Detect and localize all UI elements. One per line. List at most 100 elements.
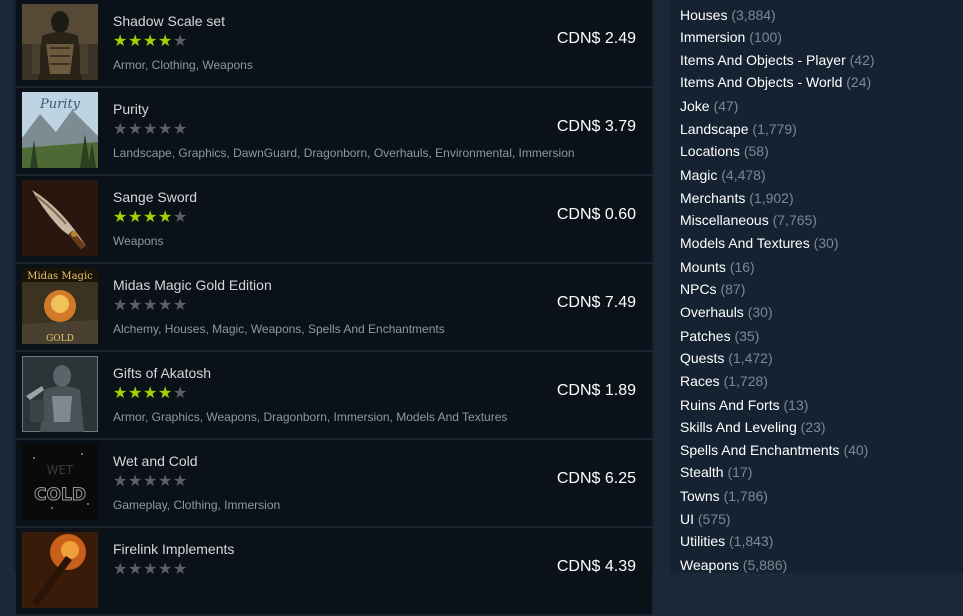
armored-figure-thumbnail[interactable] <box>22 4 98 80</box>
sword-thumbnail[interactable] <box>22 180 98 256</box>
fire-weapon-thumbnail[interactable] <box>22 532 98 608</box>
star-icon: ★ <box>173 209 189 226</box>
category-name[interactable]: Merchants <box>680 190 745 206</box>
category-name[interactable]: Towns <box>680 488 720 504</box>
item-title[interactable]: Purity <box>113 101 149 117</box>
category-link-items-objects-world[interactable]: Items And Objects - World (24) <box>680 74 871 94</box>
category-count: (1,843) <box>729 533 774 549</box>
category-name[interactable]: Magic <box>680 167 717 183</box>
midas-magic-thumbnail[interactable]: Midas Magic GOLD <box>22 268 98 344</box>
category-link-patches[interactable]: Patches (35) <box>680 328 759 348</box>
category-link-immersion[interactable]: Immersion (100) <box>680 29 782 49</box>
category-name[interactable]: Overhauls <box>680 304 744 320</box>
star-icon: ★ <box>158 297 174 314</box>
armored-knight-thumbnail[interactable] <box>22 356 98 432</box>
rating-stars: ★★★★★ <box>113 562 188 578</box>
item-title[interactable]: Gifts of Akatosh <box>113 365 211 381</box>
item-price: CDN$ 4.39 <box>556 558 636 575</box>
landscape-thumbnail[interactable]: Purity <box>22 92 98 168</box>
category-name[interactable]: Patches <box>680 328 731 344</box>
category-link-races[interactable]: Races (1,728) <box>680 373 768 393</box>
thumb-text: Midas Magic <box>27 271 93 282</box>
category-name[interactable]: Locations <box>680 143 740 159</box>
category-link-joke[interactable]: Joke (47) <box>680 98 738 118</box>
category-link-magic[interactable]: Magic (4,478) <box>680 167 766 187</box>
category-name[interactable]: Ruins And Forts <box>680 397 780 413</box>
item-title[interactable]: Midas Magic Gold Edition <box>113 277 272 293</box>
category-name[interactable]: Immersion <box>680 29 745 45</box>
star-icon: ★ <box>113 121 129 138</box>
category-count: (24) <box>846 74 872 90</box>
item-price: CDN$ 7.49 <box>556 294 636 311</box>
category-link-towns[interactable]: Towns (1,786) <box>680 488 768 508</box>
category-link-npcs[interactable]: NPCs (87) <box>680 281 745 301</box>
category-name[interactable]: Items And Objects - Player <box>680 52 846 68</box>
category-link-skills-leveling[interactable]: Skills And Leveling (23) <box>680 419 826 439</box>
category-link-locations[interactable]: Locations (58) <box>680 143 769 163</box>
star-icon: ★ <box>113 561 129 578</box>
category-name[interactable]: Joke <box>680 98 710 114</box>
workshop-item[interactable]: Midas Magic GOLD Midas Magic Gold Editio… <box>16 264 652 352</box>
category-link-items-objects-player[interactable]: Items And Objects - Player (42) <box>680 52 875 72</box>
workshop-item[interactable]: Gifts of Akatosh ★★★★★ Armor, Graphics, … <box>16 352 652 440</box>
category-name[interactable]: Utilities <box>680 533 725 549</box>
item-title[interactable]: Shadow Scale set <box>113 13 225 29</box>
category-link-stealth[interactable]: Stealth (17) <box>680 464 752 484</box>
category-name[interactable]: Quests <box>680 350 724 366</box>
category-count: (1,728) <box>723 373 768 389</box>
star-icon: ★ <box>113 297 129 314</box>
category-name[interactable]: Mounts <box>680 259 726 275</box>
workshop-item[interactable]: WET COLD Wet and Cold ★★★★★ Gameplay, Cl… <box>16 440 652 528</box>
item-tags: Armor, Graphics, Weapons, Dragonborn, Im… <box>113 410 508 424</box>
workshop-item[interactable]: Sange Sword ★★★★★ Weapons CDN$ 0.60 <box>16 176 652 264</box>
star-icon: ★ <box>128 561 144 578</box>
category-link-ui[interactable]: UI (575) <box>680 511 731 531</box>
category-link-miscellaneous[interactable]: Miscellaneous (7,765) <box>680 212 817 232</box>
category-count: (1,779) <box>752 121 797 137</box>
category-name[interactable]: UI <box>680 511 694 527</box>
rating-stars: ★★★★★ <box>113 210 188 226</box>
category-link-merchants[interactable]: Merchants (1,902) <box>680 190 794 210</box>
category-count: (16) <box>729 259 755 275</box>
category-count: (1,786) <box>723 488 768 504</box>
wet-and-cold-thumbnail[interactable]: WET COLD <box>22 444 98 520</box>
category-link-landscape[interactable]: Landscape (1,779) <box>680 121 797 141</box>
thumb-subtext: GOLD <box>46 334 74 344</box>
category-link-models-textures[interactable]: Models And Textures (30) <box>680 235 839 255</box>
star-icon: ★ <box>143 385 159 402</box>
star-icon: ★ <box>143 297 159 314</box>
category-name[interactable]: Spells And Enchantments <box>680 442 840 458</box>
category-name[interactable]: Weapons <box>680 557 739 573</box>
workshop-item[interactable]: Shadow Scale set ★★★★★ Armor, Clothing, … <box>16 0 652 88</box>
category-name[interactable]: NPCs <box>680 281 717 297</box>
star-icon: ★ <box>113 385 129 402</box>
item-title[interactable]: Sange Sword <box>113 189 197 205</box>
category-name[interactable]: Miscellaneous <box>680 212 769 228</box>
workshop-item[interactable]: Firelink Implements ★★★★★ CDN$ 4.39 <box>16 528 652 616</box>
category-name[interactable]: Models And Textures <box>680 235 810 251</box>
category-count: (87) <box>720 281 746 297</box>
category-link-ruins-forts[interactable]: Ruins And Forts (13) <box>680 397 808 417</box>
star-icon: ★ <box>128 297 144 314</box>
category-count: (30) <box>747 304 773 320</box>
item-title[interactable]: Wet and Cold <box>113 453 198 469</box>
item-title[interactable]: Firelink Implements <box>113 541 234 557</box>
category-link-quests[interactable]: Quests (1,472) <box>680 350 773 370</box>
category-name[interactable]: Houses <box>680 7 727 23</box>
rating-stars: ★★★★★ <box>113 34 188 50</box>
category-link-utilities[interactable]: Utilities (1,843) <box>680 533 773 553</box>
category-link-overhauls[interactable]: Overhauls (30) <box>680 304 773 324</box>
star-icon: ★ <box>158 209 174 226</box>
category-link-spells-enchantments[interactable]: Spells And Enchantments (40) <box>680 442 868 462</box>
star-icon: ★ <box>143 33 159 50</box>
category-name[interactable]: Skills And Leveling <box>680 419 797 435</box>
workshop-item[interactable]: Purity Purity ★★★★★ Landscape, Graphics,… <box>16 88 652 176</box>
rating-stars: ★★★★★ <box>113 386 188 402</box>
category-name[interactable]: Races <box>680 373 720 389</box>
category-name[interactable]: Landscape <box>680 121 749 137</box>
category-name[interactable]: Stealth <box>680 464 724 480</box>
category-link-mounts[interactable]: Mounts (16) <box>680 259 755 279</box>
category-link-houses[interactable]: Houses (3,884) <box>680 7 776 27</box>
category-name[interactable]: Items And Objects - World <box>680 74 842 90</box>
category-link-weapons[interactable]: Weapons (5,886) <box>680 557 787 577</box>
